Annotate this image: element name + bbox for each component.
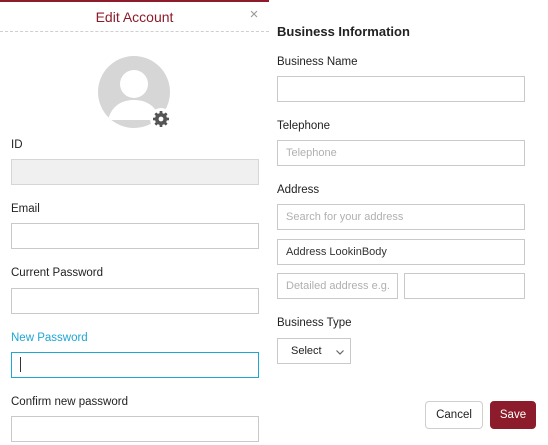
- new-password-field[interactable]: [11, 352, 259, 378]
- current-password-label: Current Password: [11, 267, 104, 279]
- address-detail-field[interactable]: [277, 273, 398, 299]
- id-field: [11, 159, 259, 185]
- new-password-label: New Password: [11, 332, 88, 344]
- id-label: ID: [11, 139, 23, 151]
- telephone-label: Telephone: [277, 120, 331, 132]
- telephone-field[interactable]: [277, 140, 525, 166]
- address-extra-field[interactable]: [404, 273, 525, 299]
- confirm-password-label: Confirm new password: [11, 396, 128, 408]
- address-label: Address: [277, 184, 320, 196]
- email-field[interactable]: [11, 223, 259, 249]
- business-type-label: Business Type: [277, 317, 352, 329]
- save-button[interactable]: Save: [490, 401, 536, 429]
- section-title: Business Information: [277, 24, 410, 39]
- avatar[interactable]: [98, 56, 173, 131]
- panel-title: Edit Account: [95, 9, 174, 25]
- edit-account-panel: Edit Account × ID Email Current Password…: [0, 0, 269, 445]
- cancel-button[interactable]: Cancel: [425, 401, 483, 429]
- gear-icon[interactable]: [150, 108, 172, 130]
- close-icon[interactable]: ×: [247, 7, 261, 23]
- confirm-password-field[interactable]: [11, 416, 259, 442]
- business-name-label: Business Name: [277, 56, 358, 68]
- current-password-field[interactable]: [11, 288, 259, 314]
- business-type-selected: Select: [291, 345, 322, 357]
- address-lookup-field[interactable]: [277, 239, 525, 265]
- panel-header: Edit Account ×: [0, 2, 269, 32]
- email-label: Email: [11, 203, 40, 215]
- business-information-panel: Business Information Business Name Telep…: [269, 0, 548, 445]
- chevron-down-icon: [336, 350, 344, 355]
- business-name-field[interactable]: [277, 76, 525, 102]
- text-caret: [20, 357, 21, 372]
- address-search-field[interactable]: [277, 204, 525, 230]
- business-type-select[interactable]: Select: [277, 338, 351, 364]
